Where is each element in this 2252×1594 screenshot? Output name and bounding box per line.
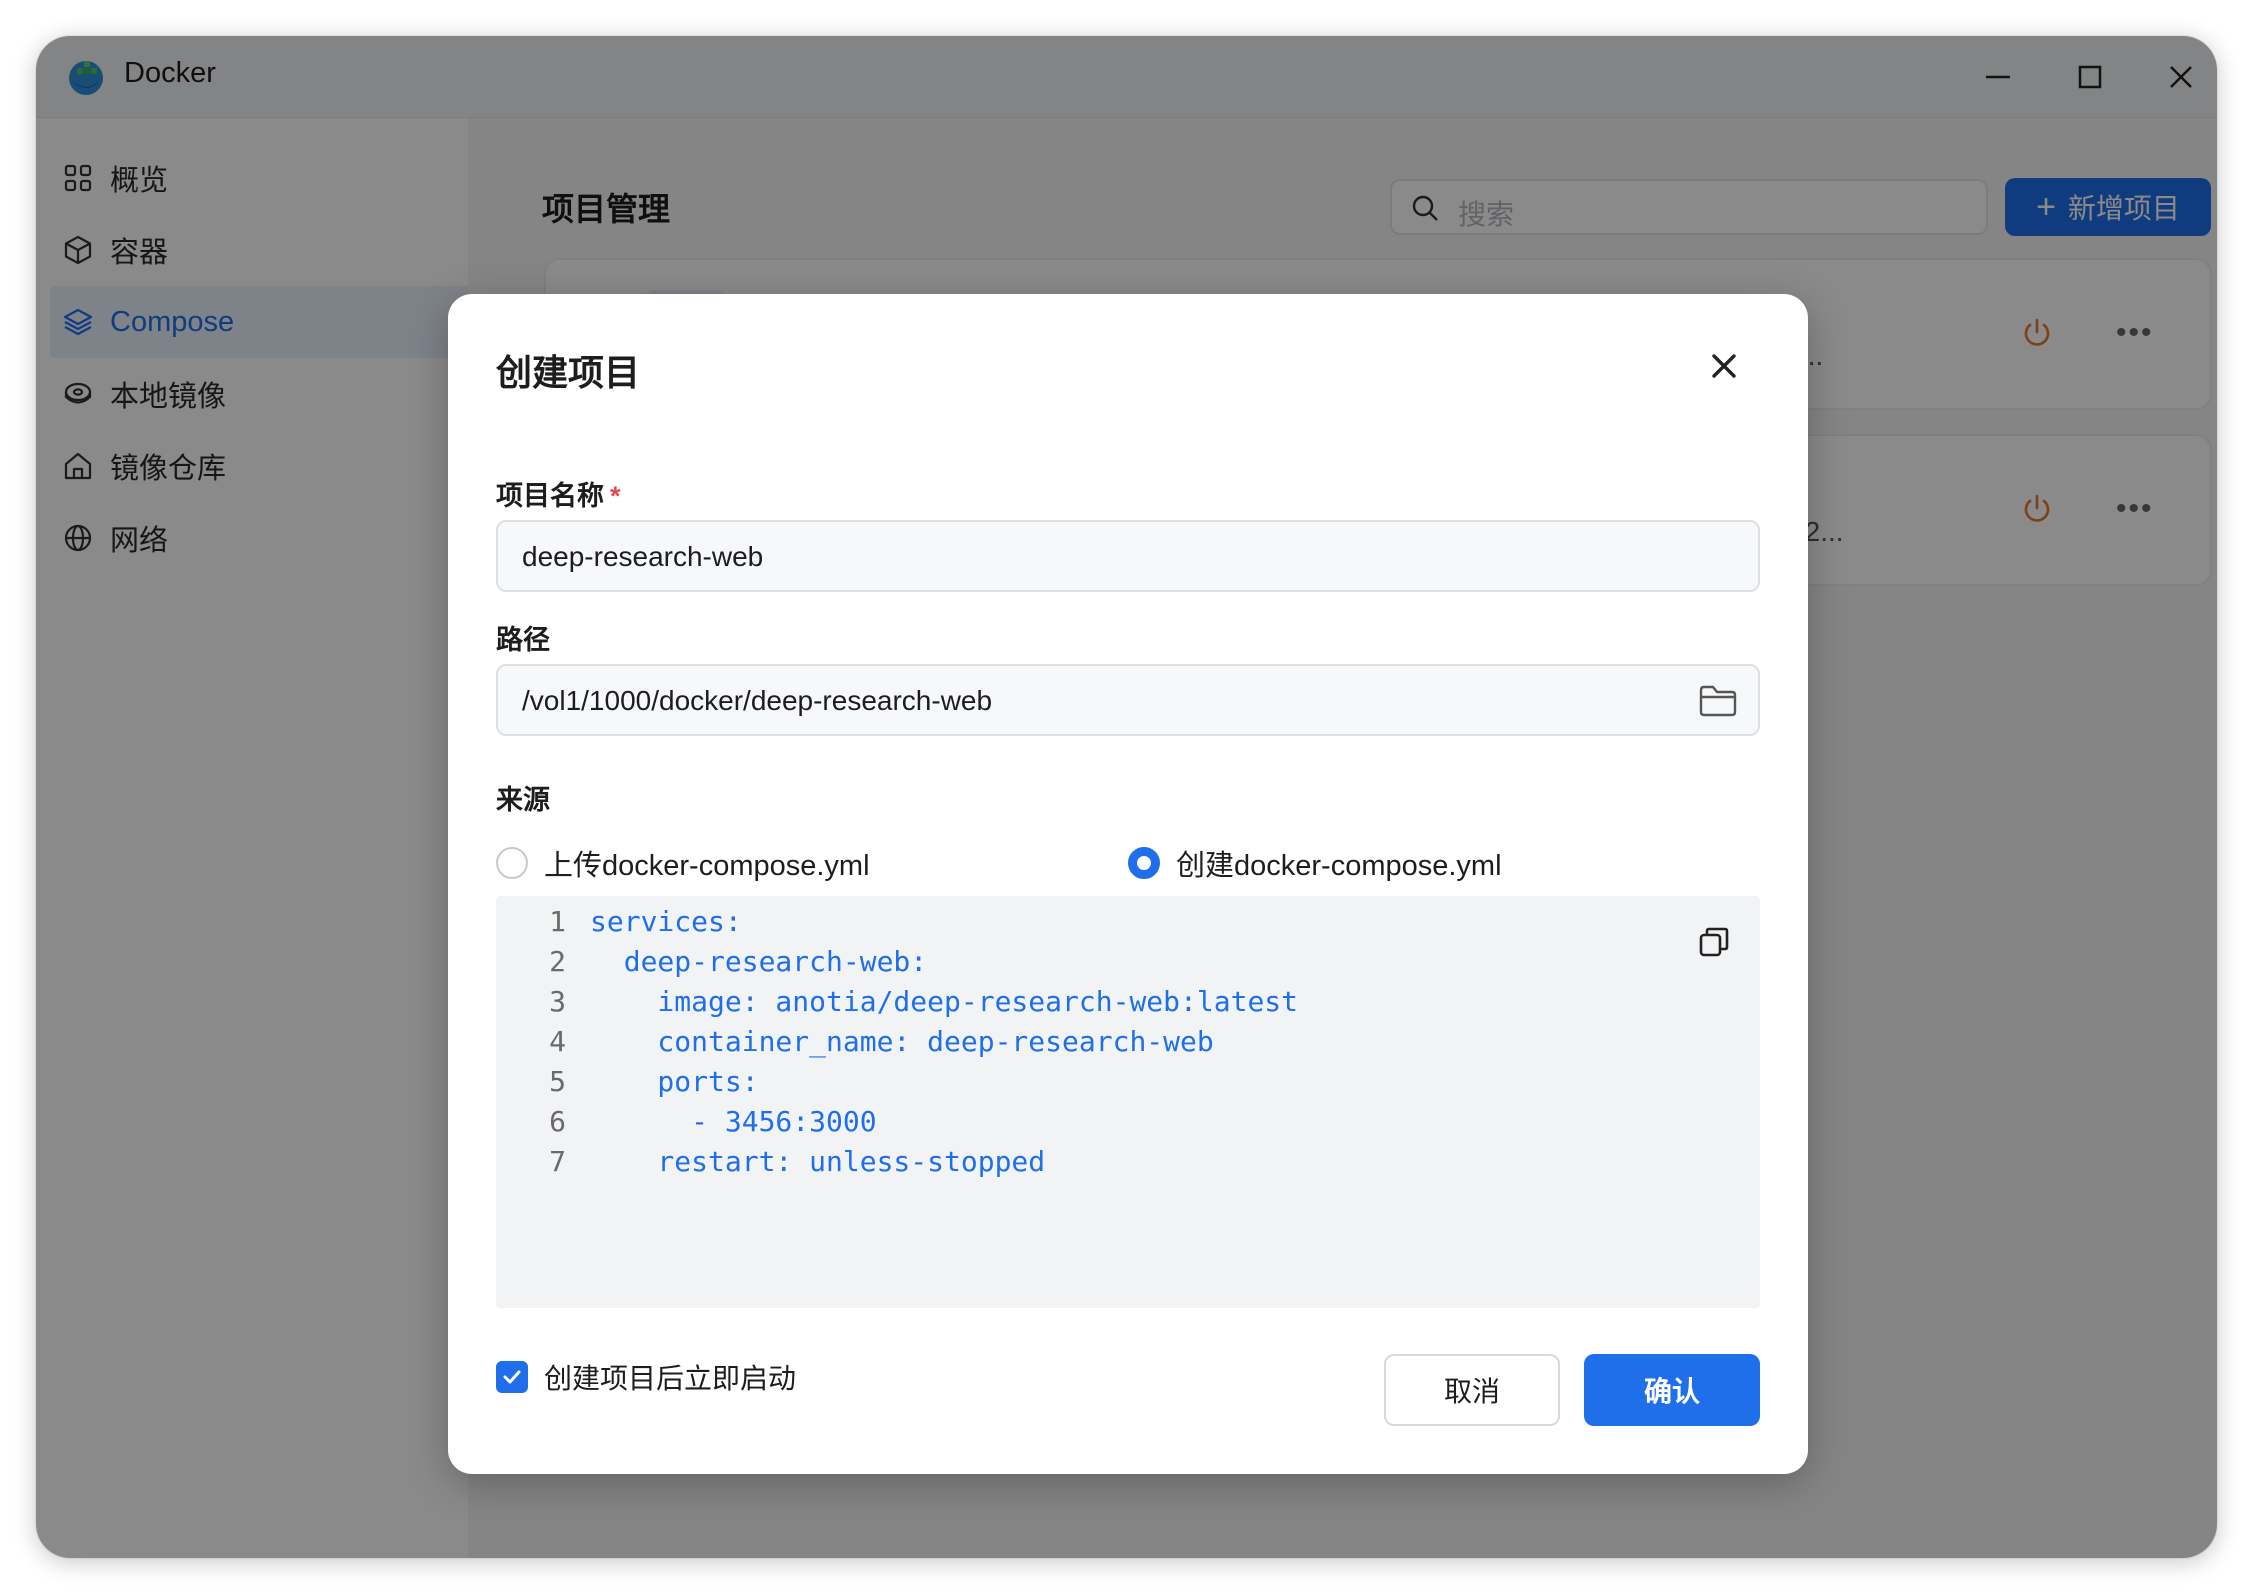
project-name-label: 项目名称 * [496, 474, 621, 513]
dialog-title: 创建项目 [496, 352, 641, 393]
radio-upload-compose[interactable]: 上传docker-compose.yml [496, 842, 870, 884]
line-number: 4 [549, 1025, 566, 1058]
code-line: 4 container_name: deep-research-web [496, 1022, 1214, 1062]
create-project-dialog: 创建项目 项目名称 * deep-research-web 路径 /vol1/10… [448, 294, 1808, 1474]
code-text: image: anotia/deep-research-web:latest [590, 985, 1299, 1018]
line-number: 6 [549, 1105, 566, 1138]
folder-icon[interactable] [1698, 684, 1738, 718]
path-field[interactable]: /vol1/1000/docker/deep-research-web [496, 664, 1760, 736]
code-line: 3 image: anotia/deep-research-web:latest [496, 982, 1298, 1022]
radio-label: 上传docker-compose.yml [544, 850, 870, 882]
line-number: 7 [549, 1145, 566, 1178]
path-label: 路径 [496, 625, 550, 655]
copy-icon[interactable] [1696, 924, 1732, 960]
autostart-checkbox[interactable]: 创建项目后立即启动 [496, 1357, 796, 1397]
project-name-field[interactable]: deep-research-web [496, 520, 1760, 592]
confirm-button[interactable]: 确认 [1584, 1354, 1760, 1426]
required-mark: * [610, 481, 621, 511]
code-line: 6 - 3456:3000 [496, 1102, 877, 1142]
code-line: 5 ports: [496, 1062, 759, 1102]
code-line: 1 services: [496, 902, 742, 942]
compose-editor[interactable]: 1 services: 2 deep-research-web: 3 image:… [496, 896, 1760, 1308]
autostart-label: 创建项目后立即启动 [544, 1363, 797, 1394]
code-text: deep-research-web: [590, 945, 928, 978]
radio-circle-selected [1128, 847, 1160, 879]
project-name-label-text: 项目名称 [496, 481, 604, 511]
line-number: 3 [549, 985, 566, 1018]
line-number: 2 [549, 945, 566, 978]
code-text: - 3456:3000 [590, 1105, 877, 1138]
line-number: 5 [549, 1065, 566, 1098]
code-line: 2 deep-research-web: [496, 942, 927, 982]
code-text: ports: [590, 1065, 759, 1098]
code-line: 7 restart: unless-stopped [496, 1142, 1045, 1182]
code-text: services: [590, 905, 742, 938]
radio-circle [496, 847, 528, 879]
code-text: container_name: deep-research-web [590, 1025, 1214, 1058]
code-text: restart: unless-stopped [590, 1145, 1046, 1178]
close-dialog-icon[interactable] [1704, 346, 1744, 386]
path-value: /vol1/1000/docker/deep-research-web [522, 685, 993, 716]
radio-create-compose[interactable]: 创建docker-compose.yml [1128, 842, 1502, 884]
project-name-value: deep-research-web [522, 541, 764, 572]
cancel-button[interactable]: 取消 [1384, 1354, 1560, 1426]
checkbox-checked [496, 1361, 528, 1393]
source-label: 来源 [496, 785, 550, 815]
radio-label: 创建docker-compose.yml [1176, 850, 1502, 882]
line-number: 1 [549, 905, 566, 938]
check-icon [503, 1370, 521, 1384]
